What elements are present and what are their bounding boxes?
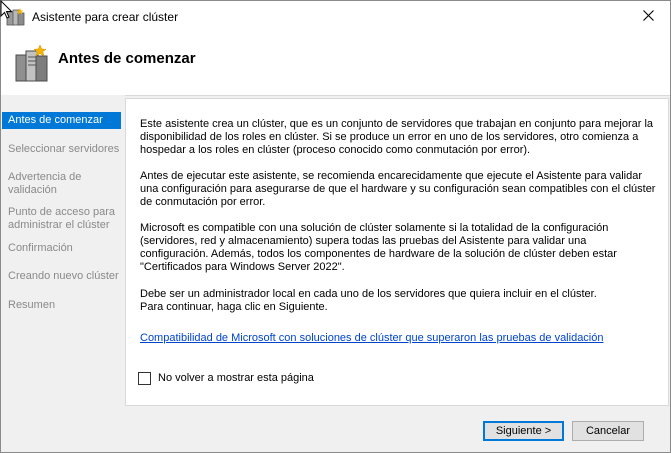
support-paragraph: Microsoft es compatible con una solución…	[140, 222, 617, 273]
step-punto-de-acceso[interactable]: Punto de acceso para administrar el clús…	[2, 204, 121, 234]
admin-paragraph: Debe ser un administrador local en cada …	[140, 288, 597, 313]
step-resumen[interactable]: Resumen	[2, 297, 121, 314]
wizard-header: Antes de comenzar	[1, 33, 670, 96]
step-advertencia-validacion[interactable]: Advertencia de validación	[2, 169, 121, 199]
dont-show-again-label[interactable]: No volver a mostrar esta página	[158, 372, 314, 384]
validation-paragraph: Antes de ejecutar este asistente, se rec…	[140, 170, 656, 208]
cancel-button[interactable]: Cancelar	[572, 421, 644, 441]
title-bar: Asistente para crear clúster	[1, 1, 670, 33]
step-seleccionar-servidores[interactable]: Seleccionar servidores	[2, 141, 121, 158]
step-creando-nuevo-cluster[interactable]: Creando nuevo clúster	[2, 268, 121, 285]
intro-paragraph: Este asistente crea un clúster, que es u…	[140, 118, 654, 156]
mouse-cursor-icon	[0, 0, 14, 20]
next-button[interactable]: Siguiente >	[483, 421, 564, 441]
step-antes-de-comenzar[interactable]: Antes de comenzar	[2, 112, 121, 129]
content-panel: Este asistente crea un clúster, que es u…	[125, 98, 669, 406]
close-button[interactable]	[626, 1, 670, 33]
wizard-window: Asistente para crear clúster Antes de co…	[0, 0, 671, 453]
page-title: Antes de comenzar	[58, 50, 196, 67]
dont-show-again-option[interactable]: No volver a mostrar esta página	[138, 370, 314, 386]
wizard-steps-sidebar: Antes de comenzar Seleccionar servidores…	[1, 95, 125, 452]
dont-show-again-checkbox[interactable]	[138, 371, 151, 385]
close-icon	[642, 10, 654, 24]
compatibility-link[interactable]: Compatibilidad de Microsoft con solucion…	[140, 332, 604, 344]
cluster-servers-icon	[14, 44, 50, 83]
step-confirmacion[interactable]: Confirmación	[2, 240, 121, 257]
window-title: Asistente para crear clúster	[32, 10, 179, 24]
